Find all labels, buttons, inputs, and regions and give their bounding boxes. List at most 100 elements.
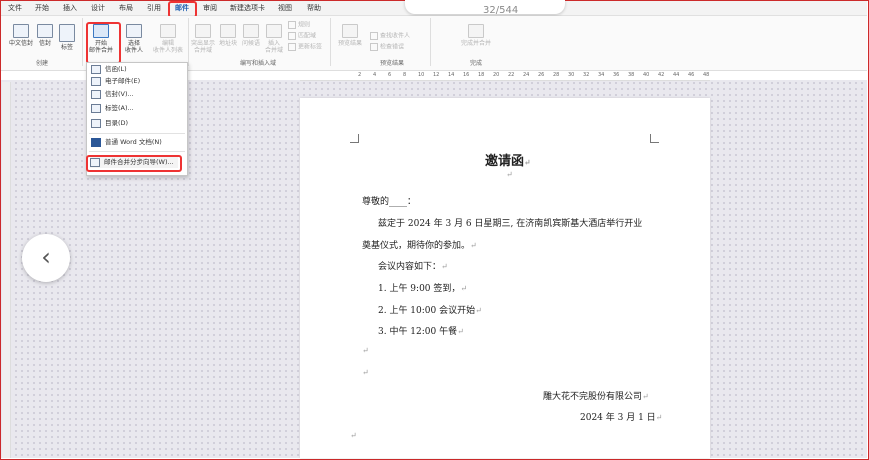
horizontal-ruler[interactable]: 2 4 6 8 10 12 14 16 18 20 22 24 26 28 30 32 34 36 38 40 42 44…: [300, 71, 710, 81]
signature-company: 雕大花不完股份有限公司↵: [543, 392, 649, 402]
match-fields-icon: [288, 32, 296, 40]
ruler-tick-label: 40: [643, 72, 650, 78]
ruler-tick-label: 26: [538, 72, 545, 78]
insert-merge-field-button[interactable]: 插入 合并域: [263, 24, 285, 54]
group-separator: [82, 18, 83, 66]
wizard-highlight: [86, 155, 182, 172]
insert-field-icon: [266, 24, 282, 38]
ruler-tick-label: 4: [373, 72, 377, 78]
check-errors-button[interactable]: 检查错误: [370, 43, 404, 52]
tab-home[interactable]: 开始: [35, 3, 49, 14]
menu-item-directory[interactable]: 目录(D): [91, 118, 128, 129]
highlight-icon: [195, 24, 211, 38]
preview-results-button[interactable]: 预览结果: [336, 24, 364, 47]
group-create-label: 创建: [36, 60, 49, 67]
greeting-icon: [243, 24, 259, 38]
agenda-item: 2. 上午 10:00 会议开始↵: [378, 306, 482, 316]
ruler-tick-label: 20: [493, 72, 500, 78]
label-icon: [91, 103, 101, 113]
tab-view[interactable]: 视图: [278, 3, 292, 14]
ruler-tick-label: 46: [688, 72, 695, 78]
rules-button[interactable]: 规则: [288, 21, 310, 30]
match-fields-button[interactable]: 匹配域: [288, 32, 316, 41]
menu-item-email[interactable]: 电子邮件(E): [91, 76, 140, 87]
group-separator: [430, 18, 431, 66]
signature-date: 2024 年 3 月 1 日↵: [580, 413, 663, 423]
envelope-icon: [13, 24, 29, 38]
tab-design[interactable]: 设计: [91, 3, 105, 14]
ruler-tick-label: 38: [628, 72, 635, 78]
agenda-item: 3. 中午 12:00 午餐↵: [378, 327, 464, 337]
labels-button[interactable]: 标签: [58, 24, 76, 51]
page-counter-text: 32/544: [483, 5, 519, 16]
ruler-tick-label: 42: [658, 72, 665, 78]
group-separator: [330, 18, 331, 66]
address-block-button[interactable]: 地址块: [217, 24, 239, 47]
ruler-tick-label: 32: [583, 72, 590, 78]
margin-corner-mark: [350, 134, 359, 143]
ruler-tick-label: 8: [403, 72, 407, 78]
ruler-tick-label: 28: [553, 72, 560, 78]
tab-references[interactable]: 引用: [147, 3, 161, 14]
finish-merge-icon: [468, 24, 484, 38]
tab-new-tab[interactable]: 新建选项卡: [230, 3, 265, 14]
highlight-merge-fields-button[interactable]: 突出显示 合并域: [190, 24, 216, 54]
ruler-tick-label: 16: [463, 72, 470, 78]
group-preview-label: 预览结果: [380, 60, 405, 67]
document-title: 邀请函↵: [485, 154, 531, 169]
start-mail-merge-highlight: [86, 22, 121, 64]
email-icon: [91, 76, 101, 86]
body-text-line: 兹定于 2024 年 3 月 6 日星期三, 在济南凯宾斯基大酒店举行开业: [378, 219, 643, 229]
paragraph-mark: ↵: [362, 368, 369, 377]
ruler-tick-label: 18: [478, 72, 485, 78]
paragraph-mark: ↵: [350, 431, 357, 440]
menu-item-labels[interactable]: 标签(A)...: [91, 103, 134, 114]
ruler-tick-label: 10: [418, 72, 425, 78]
group-finish-label: 完成: [470, 60, 483, 67]
finish-and-merge-button[interactable]: 完成并合并: [456, 24, 496, 47]
back-button[interactable]: ‹: [22, 234, 70, 282]
document-page[interactable]: 邀请函↵ ↵ 尊敬的____： 兹定于 2024 年 3 月 6 日星期三, 在…: [300, 98, 710, 458]
paragraph-mark: ↵: [506, 170, 513, 179]
update-labels-button[interactable]: 更新标签: [288, 43, 322, 52]
ruler-tick-label: 30: [568, 72, 575, 78]
menu-item-letters[interactable]: 信函(L): [91, 64, 127, 75]
menu-item-envelopes[interactable]: 信封(V)...: [91, 89, 134, 100]
body-text-line: 奠基仪式，期待你的参加。↵: [362, 241, 477, 251]
ruler-tick-label: 22: [508, 72, 515, 78]
greeting-line-button[interactable]: 问候语: [240, 24, 262, 47]
label-icon: [59, 24, 75, 42]
salutation-line: 尊敬的____：: [362, 197, 417, 207]
agenda-intro: 会议内容如下：↵: [378, 262, 448, 272]
check-errors-icon: [370, 43, 378, 51]
chevron-left-icon: ‹: [41, 243, 51, 271]
rules-icon: [288, 21, 296, 29]
ruler-tick-label: 14: [448, 72, 455, 78]
group-write-insert-label: 编写和插入域: [240, 60, 277, 67]
edit-recipient-list-button[interactable]: 编辑 收件人列表: [151, 24, 185, 54]
ruler-tick-label: 24: [523, 72, 530, 78]
menu-separator: [89, 151, 185, 152]
agenda-item: 1. 上午 9:00 签到，↵: [378, 284, 468, 294]
vertical-ruler[interactable]: [2, 82, 11, 458]
page-counter: 32/544: [405, 0, 565, 16]
update-labels-icon: [288, 43, 296, 51]
envelope-icon: [37, 24, 53, 38]
select-recipients-button[interactable]: 选择 收件人: [119, 24, 149, 54]
find-recipient-button[interactable]: 查找收件人: [370, 32, 410, 41]
menu-item-normal-word-document[interactable]: 普通 Word 文档(N): [91, 137, 162, 148]
ruler-tick-label: 44: [673, 72, 680, 78]
tab-help[interactable]: 帮助: [307, 3, 321, 14]
preview-icon: [342, 24, 358, 38]
letter-icon: [91, 64, 101, 74]
tab-file[interactable]: 文件: [8, 3, 22, 14]
ruler-tick-label: 34: [598, 72, 605, 78]
chinese-envelope-button[interactable]: 中文信封: [6, 24, 36, 47]
tab-layout[interactable]: 布局: [119, 3, 133, 14]
envelope-button[interactable]: 信封: [36, 24, 54, 47]
tab-review[interactable]: 审阅: [203, 3, 217, 14]
ruler-tick-label: 12: [433, 72, 440, 78]
tab-insert[interactable]: 插入: [63, 3, 77, 14]
find-icon: [370, 32, 378, 40]
address-block-icon: [220, 24, 236, 38]
